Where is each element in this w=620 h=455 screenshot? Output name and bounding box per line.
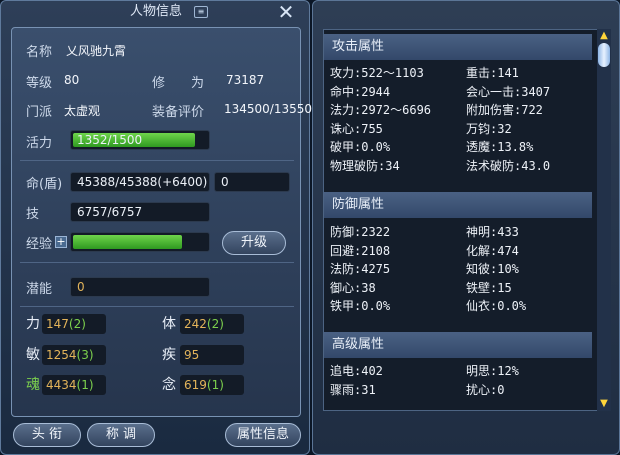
- attack-attribute: 物理破防:34: [330, 158, 400, 173]
- gear-score-label: 装备评价: [152, 105, 205, 120]
- agility-label: 敏: [26, 347, 40, 363]
- mind-number: 619: [184, 378, 207, 392]
- attack-attribute: 透魔:13.8%: [466, 140, 534, 154]
- mind-bonus: (1): [206, 378, 224, 392]
- defense-attribute: 铁壁:15: [466, 280, 512, 295]
- scroll-down-arrow-icon[interactable]: ▼: [597, 397, 611, 411]
- constitution-bonus: (2): [206, 317, 224, 331]
- soul-bonus: (1): [76, 378, 94, 392]
- attack-attribute: 附加伤害:722: [466, 103, 543, 117]
- soul-value: 4434(1): [42, 375, 106, 395]
- level-value: 80: [64, 73, 80, 87]
- mind-value: 619(1): [180, 375, 244, 395]
- attributes-panel: 攻击属性 攻力:522～1103 重击:141 命中:2944 会心一击:3407 法力…: [312, 0, 620, 455]
- potential-value: 0: [77, 280, 85, 294]
- exp-bar: [70, 232, 210, 252]
- attack-attribute: 会心一击:3407: [466, 84, 551, 99]
- vitality-bar: 1352/1500: [70, 130, 210, 150]
- potential-field: 0: [70, 277, 210, 297]
- name-value: 乂风驰九霄: [66, 44, 127, 58]
- agility-number: 1254: [46, 348, 77, 362]
- agility-value: 1254(3): [42, 345, 106, 365]
- hp-value: 45388/45388(+6400): [77, 175, 208, 189]
- attributes-scrollbar[interactable]: ▲ ▼: [597, 29, 611, 411]
- strength-bonus: (2): [68, 317, 86, 331]
- speed-value: 95: [180, 345, 244, 365]
- strength-value: 147(2): [42, 314, 106, 334]
- scroll-thumb[interactable]: [598, 43, 610, 67]
- divider: [20, 306, 294, 307]
- defense-attribute: 仙衣:0.0%: [466, 299, 527, 313]
- constitution-value: 242(2): [180, 314, 244, 334]
- close-button[interactable]: ✕: [275, 2, 297, 23]
- shield-value: 0: [221, 175, 229, 189]
- attack-attribute: 命中:2944: [330, 84, 391, 99]
- attack-attribute: 破甲:0.0%: [330, 140, 391, 154]
- exp-plus-button[interactable]: +: [55, 236, 67, 248]
- skill-value: 6757/6757: [77, 205, 143, 219]
- advanced-attribute: 追电:402: [330, 364, 383, 378]
- strength-number: 147: [46, 317, 69, 331]
- advanced-attribute: 骤雨:31: [330, 382, 376, 397]
- attack-attribute: 攻力:522～1103: [330, 66, 424, 80]
- hp-field: 45388/45388(+6400): [70, 172, 210, 192]
- vitality-value: 1352/1500: [77, 133, 143, 147]
- sect-value: 太虚观: [64, 104, 101, 118]
- character-info-panel: 人物信息 ≡ ✕ 名称 乂风驰九霄 等级 80 修 为 73187 门派 太虚观…: [0, 0, 320, 455]
- skill-field: 6757/6757: [70, 202, 210, 222]
- skill-label: 技: [26, 207, 40, 222]
- exp-bar-fill: [73, 235, 182, 249]
- constitution-label: 体: [162, 316, 176, 332]
- soul-label: 魂: [26, 377, 40, 393]
- cultivation-value: 73187: [226, 73, 265, 87]
- attributes-list[interactable]: 攻击属性 攻力:522～1103 重击:141 命中:2944 会心一击:3407 法力…: [323, 29, 607, 411]
- speed-number: 95: [184, 348, 200, 362]
- advanced-section-header: 高级属性: [324, 332, 592, 358]
- defense-attribute: 化解:474: [466, 243, 519, 258]
- attack-attribute: 万钧:32: [466, 121, 512, 136]
- advanced-attribute: 扰心:0: [466, 382, 505, 397]
- defense-attribute: 法防:4275: [330, 262, 391, 276]
- advanced-attribute: 明思:12%: [466, 364, 519, 378]
- defense-attribute: 回避:2108: [330, 243, 391, 258]
- attack-attribute: 重击:141: [466, 66, 519, 80]
- agility-bonus: (3): [76, 348, 94, 362]
- soul-number: 4434: [46, 378, 77, 392]
- shield-field: 0: [214, 172, 290, 192]
- mind-label: 念: [162, 377, 176, 393]
- attack-attribute: 法术破防:43.0: [466, 158, 551, 173]
- constitution-number: 242: [184, 317, 207, 331]
- upgrade-button[interactable]: 升级: [222, 231, 286, 255]
- defense-attribute: 御心:38: [330, 280, 376, 295]
- vitality-label: 活力: [26, 136, 53, 151]
- attack-attribute: 诛心:755: [330, 121, 383, 136]
- panel-title: 人物信息: [129, 4, 182, 19]
- hp-label: 命(盾): [26, 177, 63, 192]
- appellation-button[interactable]: 称 调: [87, 423, 155, 447]
- defense-attribute: 知彼:10%: [466, 262, 519, 276]
- attack-attribute: 法力:2972～6696: [330, 103, 432, 117]
- attack-section-header: 攻击属性: [324, 34, 592, 60]
- sect-label: 门派: [26, 105, 53, 120]
- defense-attribute: 防御:2322: [330, 225, 391, 239]
- speed-label: 疾: [162, 347, 176, 363]
- cultivation-label: 修 为: [152, 76, 205, 91]
- attributes-button[interactable]: 属性信息: [225, 423, 301, 447]
- exp-label: 经验: [26, 237, 53, 252]
- defense-attribute: 神明:433: [466, 225, 519, 239]
- scroll-up-arrow-icon[interactable]: ▲: [597, 29, 611, 43]
- defense-attribute: 铁甲:0.0%: [330, 299, 391, 313]
- level-label: 等级: [26, 76, 53, 91]
- name-label: 名称: [26, 45, 53, 60]
- title-button[interactable]: 头 衔: [13, 423, 81, 447]
- divider: [20, 160, 294, 161]
- defense-section-header: 防御属性: [324, 192, 592, 218]
- gear-score-value: 134500/135508: [224, 102, 320, 116]
- strength-label: 力: [26, 316, 40, 332]
- character-details: 名称 乂风驰九霄 等级 80 修 为 73187 门派 太虚观 装备评价 134…: [11, 27, 320, 417]
- divider: [20, 262, 294, 263]
- potential-label: 潜能: [26, 282, 53, 297]
- toggle-icon[interactable]: ≡: [194, 6, 208, 18]
